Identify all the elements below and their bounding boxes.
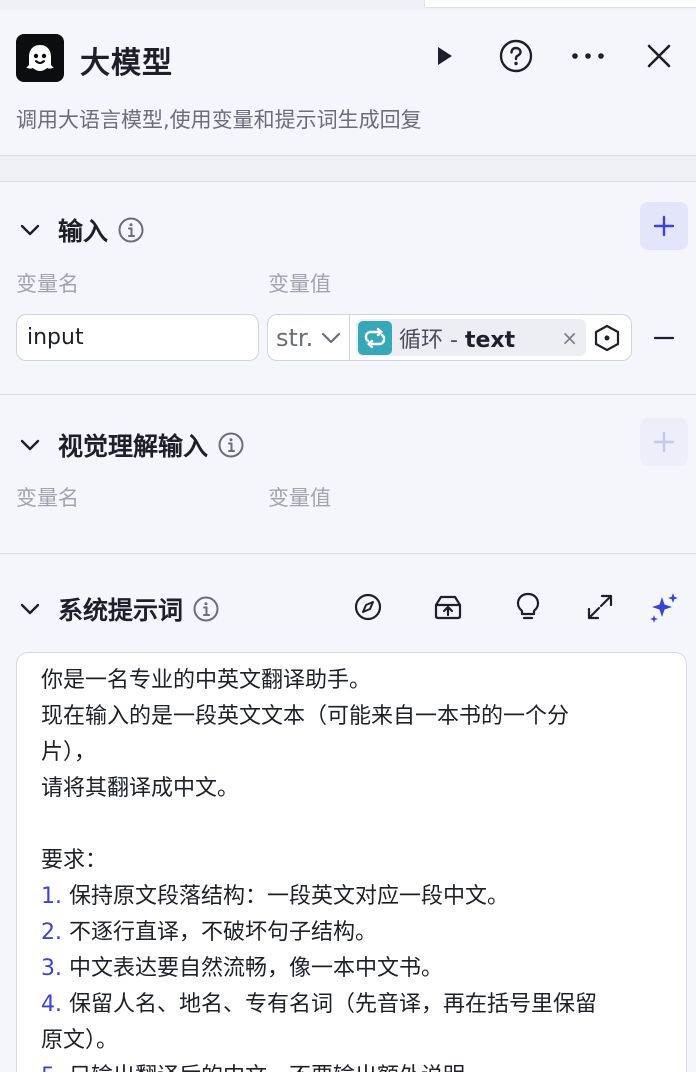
ai-optimize-button[interactable] [647, 590, 681, 624]
prompt-line: 请将其翻译成中文。 [41, 771, 662, 807]
variable-reference-tag[interactable]: 循环 - text × [356, 319, 586, 356]
sparkle-icon [650, 593, 678, 623]
section-title: 输入 [58, 217, 109, 246]
prompt-line-text: 片）， [41, 740, 97, 765]
prompt-suggestions-button[interactable] [511, 590, 545, 624]
remove-row-button[interactable] [648, 322, 680, 354]
prompt-line: 4. 保留人名、地名、专有名词（先音译，再在括号里保留 [41, 987, 662, 1023]
prompt-line: 2. 不逐行直译，不破坏句子结构。 [41, 915, 662, 951]
list-number: 1. [41, 884, 62, 909]
list-number: 5. [41, 1064, 62, 1072]
prompt-line: 要求： [41, 843, 662, 879]
info-icon[interactable] [193, 596, 219, 622]
column-label-name: 变量名 [16, 486, 79, 510]
section-title: 视觉理解输入 [58, 432, 209, 461]
prompt-line [41, 807, 662, 843]
prompt-line-text: 只输出翻译后的中文，不要输出额外说明。 [62, 1064, 487, 1072]
prompt-line-text: 你是一名专业的中英文翻译助手。 [41, 668, 372, 693]
plus-icon [653, 215, 675, 237]
prompt-line: 现在输入的是一段英文文本（可能来自一本书的一个分 [41, 699, 662, 735]
prompt-line: 5. 只输出翻译后的中文，不要输出额外说明。 [41, 1059, 662, 1072]
help-button[interactable] [498, 38, 534, 74]
section-title: 系统提示词 [58, 596, 184, 625]
info-icon[interactable] [218, 432, 244, 458]
reference-field: text [464, 327, 516, 353]
list-number: 2. [41, 920, 62, 945]
info-icon[interactable] [118, 217, 144, 243]
loop-icon [358, 320, 392, 355]
column-label-value: 变量值 [268, 272, 331, 296]
section-divider [0, 156, 696, 182]
column-label-value: 变量值 [268, 486, 331, 510]
compass-icon [354, 593, 382, 621]
variable-name-value: input [27, 325, 84, 350]
vision-input-section: 视觉理解输入 变量名 变量值 [0, 395, 696, 554]
remove-reference-button[interactable]: × [561, 326, 578, 350]
prompt-line-text: 原文）。 [41, 1028, 119, 1053]
expand-button[interactable] [583, 590, 617, 624]
input-section: 输入 变量名 变量值 [0, 182, 696, 395]
input-section-header: 输入 [16, 212, 144, 248]
prompt-library-icon [434, 595, 462, 620]
prompt-line: 3. 中文表达要自然流畅，像一本中文书。 [41, 951, 662, 987]
chevron-down-icon [321, 332, 341, 344]
chevron-down-icon[interactable] [16, 595, 44, 623]
more-horizontal-icon [572, 53, 604, 59]
play-icon [438, 47, 452, 65]
ghost-logo-icon [16, 34, 64, 82]
close-button[interactable] [641, 38, 677, 74]
vision-section-header: 视觉理解输入 [16, 427, 244, 463]
plus-icon [653, 431, 675, 453]
node-description: 调用大语言模型,使用变量和提示词生成回复 [16, 108, 422, 132]
reference-separator: - [443, 327, 465, 353]
type-select[interactable]: str. [268, 315, 350, 360]
page-title: 大模型 [80, 46, 173, 81]
question-circle-icon [499, 39, 533, 73]
prompt-line: 1. 保持原文段落结构：一段英文对应一段中文。 [41, 879, 662, 915]
more-button[interactable] [570, 38, 606, 74]
run-button[interactable] [426, 38, 462, 74]
chevron-down-icon[interactable] [16, 216, 44, 244]
system-prompt-editor[interactable]: 你是一名专业的中英文翻译助手。现在输入的是一段英文文本（可能来自一本书的一个分片… [16, 652, 687, 1072]
lightbulb-icon [516, 592, 540, 620]
add-input-button[interactable] [640, 202, 688, 250]
prompt-line: 片）， [41, 735, 662, 771]
variable-name-input[interactable]: input [16, 314, 259, 361]
close-icon [647, 44, 671, 68]
system-prompt-header: 系统提示词 [16, 591, 219, 627]
prompt-line-text: 中文表达要自然流畅，像一本中文书。 [62, 956, 443, 981]
column-label-name: 变量名 [16, 272, 79, 296]
prompt-line: 原文）。 [41, 1023, 662, 1059]
prompt-line-text: 保持原文段落结构：一段英文对应一段中文。 [62, 884, 509, 909]
prompt-line-text: 不逐行直译，不破坏句子结构。 [62, 920, 377, 945]
add-vision-input-button[interactable] [640, 418, 688, 466]
variable-value-field: str. 循环 - text × [267, 314, 632, 361]
list-number: 4. [41, 992, 62, 1017]
reference-label: 循环 - text [399, 322, 515, 354]
variable-hexagon-icon[interactable] [590, 321, 624, 355]
prompt-line-text: 保留人名、地名、专有名词（先音译，再在括号里保留 [62, 992, 597, 1017]
list-number: 3. [41, 956, 62, 981]
background-card-edge [424, 0, 696, 8]
prompt-line-text: 现在输入的是一段英文文本（可能来自一本书的一个分 [41, 704, 570, 729]
prompt-library-button[interactable] [431, 590, 465, 624]
minus-icon [654, 336, 674, 340]
prompt-line: 你是一名专业的中英文翻译助手。 [41, 663, 662, 699]
prompt-line-text: 请将其翻译成中文。 [41, 776, 240, 801]
prompt-line-text: 要求： [41, 848, 108, 873]
panel-header: 大模型 调用大语言模型,使用变量和提示词生成回复 [0, 10, 696, 156]
reference-source: 循环 [399, 327, 444, 353]
compass-button[interactable] [351, 590, 385, 624]
canvas-top-strip [0, 0, 696, 10]
chevron-down-icon[interactable] [16, 431, 44, 459]
expand-icon [587, 594, 613, 620]
type-select-value: str. [276, 323, 314, 352]
